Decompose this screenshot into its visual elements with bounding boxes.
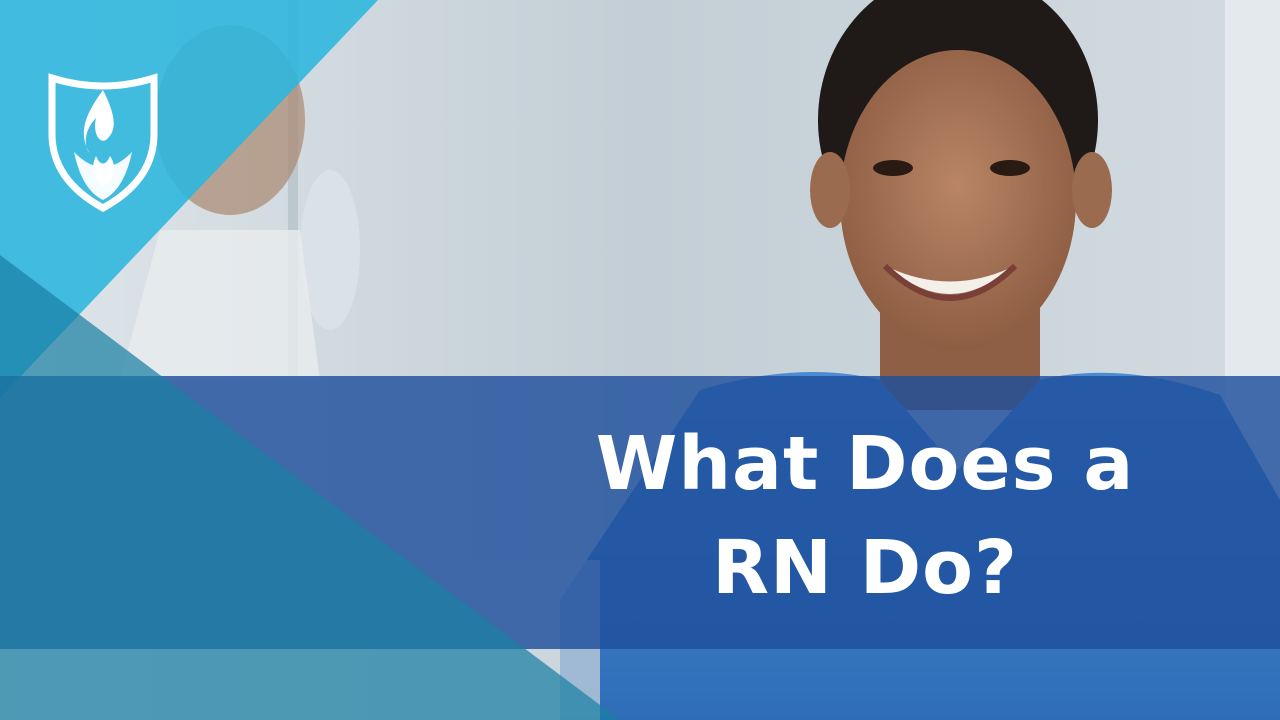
video-title: What Does a RN Do? xyxy=(560,412,1170,620)
title-line-2: RN Do? xyxy=(712,525,1018,611)
title-line-1: What Does a xyxy=(595,421,1135,507)
flame-shield-icon xyxy=(44,72,162,212)
video-thumbnail: What Does a RN Do? xyxy=(0,0,1280,720)
